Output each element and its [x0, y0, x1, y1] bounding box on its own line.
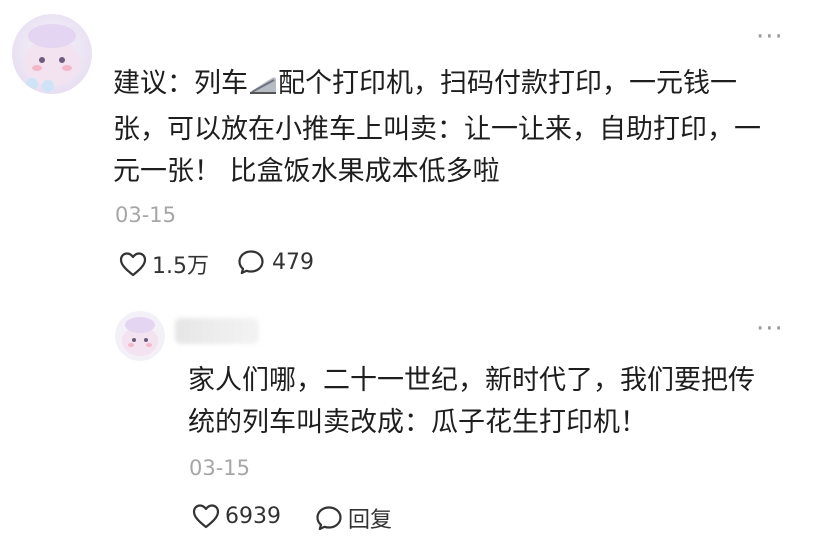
like-count: 1.5万 [152, 254, 209, 279]
reply-avatar-image [115, 311, 165, 361]
comment-date: 03-15 [115, 203, 177, 227]
heart-icon [191, 502, 221, 530]
reply-line-2: 统的列车叫卖改成：瓜子花生打印机！ [188, 407, 647, 438]
heart-icon [118, 250, 148, 278]
reply-label: 回复 [348, 508, 393, 533]
like-button[interactable]: 1.5万 [118, 248, 209, 280]
comment-bubble-icon [314, 504, 344, 532]
avatar[interactable] [12, 14, 92, 94]
reply-like-button[interactable]: 6939 [191, 502, 281, 530]
comment-count: 479 [272, 249, 314, 275]
reply-text: 家人们哪，二十一世纪，新时代了，我们要把传 统的列车叫卖改成：瓜子花生打印机！ [188, 360, 803, 444]
reply-like-count: 6939 [225, 503, 281, 529]
reply-button[interactable]: 回复 [314, 502, 392, 534]
reply-date: 03-15 [189, 456, 251, 480]
reply-line-1: 家人们哪，二十一世纪，新时代了，我们要把传 [188, 365, 755, 396]
username-blurred [175, 318, 259, 344]
reply-more-options-button[interactable]: ··· [756, 316, 784, 342]
comment-bubble-icon [236, 248, 266, 276]
comment-line-2: 张，可以放在小推车上叫卖：让一让来，自助打印，一 [113, 114, 761, 145]
comment-line-1: 建议：列车 配个打印机，扫码付款打印，一元钱一 [113, 63, 803, 109]
train-icon [248, 67, 278, 109]
comment-text: 建议：列车 配个打印机，扫码付款打印，一元钱一 张，可以放在小推车上叫卖：让一让来… [113, 63, 803, 193]
reply-avatar[interactable] [115, 311, 165, 361]
comment-line-3: 元一张！ 比盒饭水果成本低多啦 [113, 156, 500, 187]
more-options-button[interactable]: ··· [756, 24, 784, 50]
avatar-image [12, 14, 92, 94]
comment-button[interactable]: 479 [236, 248, 314, 276]
